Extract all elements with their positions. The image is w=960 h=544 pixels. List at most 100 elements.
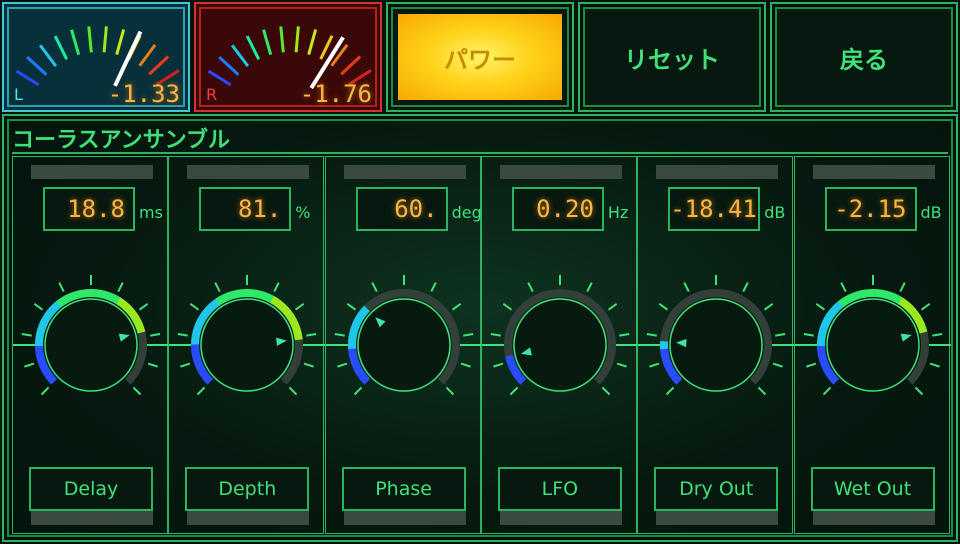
knob-tick — [33, 303, 44, 311]
knob-tick — [117, 282, 124, 292]
knob-tick — [493, 362, 504, 368]
rotary-knob[interactable] — [169, 267, 326, 427]
knob-value-arc — [348, 354, 358, 360]
knob-value-arc — [202, 304, 215, 317]
knob-value-arc — [56, 296, 68, 308]
rotary-knob[interactable] — [481, 267, 638, 427]
bottom-slot — [656, 511, 779, 525]
meter-scale-bar — [340, 55, 362, 76]
knob-tick — [21, 333, 32, 337]
knob-tick — [190, 303, 200, 311]
knob-value-arc — [122, 302, 134, 315]
rotary-knob[interactable] — [325, 267, 482, 427]
knob-value-arc — [35, 352, 46, 363]
value-readout[interactable]: 18.8 — [43, 187, 135, 231]
knob-tick — [150, 333, 161, 337]
right-meter-channel-label: R — [206, 85, 218, 104]
meter-scale-bar — [307, 29, 318, 55]
knob-value-arc — [197, 310, 210, 323]
knob-tick — [929, 362, 940, 368]
knob-tick — [289, 386, 298, 396]
knob-tick — [147, 362, 158, 368]
value-readout[interactable]: 60. — [355, 187, 448, 231]
knob-value-arc — [817, 352, 828, 363]
control-label[interactable]: Depth — [185, 467, 310, 511]
knob-value-arc — [358, 308, 368, 317]
knob-tick — [914, 386, 923, 396]
knob-tick — [370, 282, 378, 292]
knob-value-arc — [913, 315, 925, 327]
knob-tick — [353, 386, 362, 396]
knob-body — [44, 298, 138, 392]
knob-tick — [178, 333, 189, 337]
control-strips: 18.8 ms Delay 81.% Depth 60. deg Phase 0.20 Hz LFO… — [12, 156, 951, 534]
control-label[interactable]: Phase — [341, 467, 466, 511]
power-button[interactable]: パワー — [386, 2, 574, 112]
control-label[interactable]: Dry Out — [654, 467, 779, 511]
knob-value-arc — [248, 289, 259, 298]
knob-value-arc — [350, 360, 360, 367]
back-button[interactable]: 戻る — [770, 2, 958, 112]
knob-tick — [445, 386, 454, 396]
knob-tick — [618, 333, 630, 337]
knob-value-arc — [37, 320, 48, 332]
control-label[interactable]: Delay — [29, 467, 153, 511]
knob-tick — [197, 386, 206, 396]
knob-value-arc — [40, 313, 52, 325]
knob-value-arc — [37, 359, 49, 371]
value-readout[interactable]: -2.15 — [824, 187, 917, 231]
knob-tick — [586, 282, 593, 292]
knob-value-arc — [191, 335, 201, 345]
knob-tick — [898, 282, 906, 292]
knob-tick — [601, 386, 611, 396]
value-readout[interactable]: -18.41 — [668, 187, 761, 231]
knob-tick — [649, 362, 660, 368]
top-slot — [187, 165, 310, 179]
knob-tick — [839, 282, 847, 292]
knob-value-arc — [876, 289, 887, 299]
knob-value-arc — [903, 302, 916, 315]
knob-tick — [334, 333, 345, 337]
knob-value-arc — [197, 366, 209, 378]
meter-scale-bar — [218, 56, 240, 76]
meter-scale-bar — [87, 26, 93, 53]
knob-value-arc — [356, 311, 366, 319]
knob-value-arc — [348, 351, 357, 357]
knob-tick — [764, 303, 774, 311]
knob-value-arc — [35, 328, 46, 339]
rotary-knob[interactable] — [638, 267, 795, 427]
knob-body — [513, 298, 607, 392]
knob-value-arc — [827, 372, 839, 385]
knob-value-arc — [822, 366, 834, 379]
knob-value-arc — [816, 337, 825, 347]
knob-tick — [306, 333, 317, 337]
knob-value-arc — [348, 334, 357, 340]
rotary-knob[interactable] — [13, 267, 169, 427]
knob-tick — [509, 386, 519, 396]
knob-value-arc — [276, 300, 289, 313]
knob-value-arc — [49, 300, 62, 313]
control-strip-delay: 18.8 ms Delay — [12, 156, 169, 534]
knob-tick — [24, 362, 35, 368]
rotary-knob[interactable] — [794, 267, 951, 427]
value-readout[interactable]: 0.20 — [511, 187, 604, 231]
value-unit: dB — [764, 203, 786, 222]
value-readout[interactable]: 81. — [199, 187, 292, 231]
control-label[interactable]: Wet Out — [810, 467, 935, 511]
knob-value-arc — [102, 290, 114, 301]
left-meter-readout: -1.33 — [107, 80, 180, 108]
panel-title: コーラスアンサンブル — [12, 128, 231, 153]
reset-button[interactable]: リセット — [578, 2, 766, 112]
meter-scale-bar — [262, 29, 273, 56]
meter-scale-bar — [102, 26, 108, 53]
title-divider — [12, 152, 948, 154]
knob-tick — [58, 282, 65, 292]
knob-tick — [616, 362, 627, 368]
knob-tick — [815, 303, 825, 311]
knob-tick — [132, 386, 142, 396]
knob-tick — [490, 333, 501, 337]
knob-value-arc — [819, 359, 830, 371]
knob-value-arc — [837, 296, 850, 308]
control-label[interactable]: LFO — [497, 467, 622, 511]
knob-value-arc — [201, 372, 214, 385]
